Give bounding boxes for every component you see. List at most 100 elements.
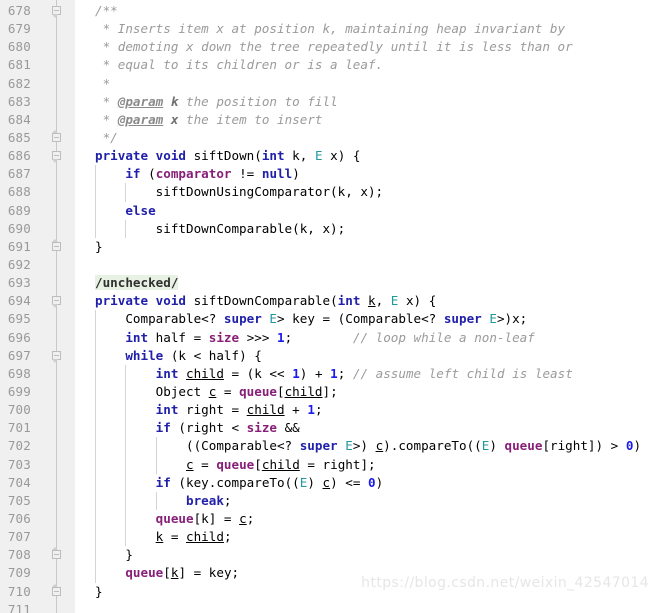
gutter-row: 706	[0, 510, 75, 528]
code-line[interactable]: int half = size >>> 1; // loop while a n…	[75, 328, 655, 347]
code-text: else	[125, 202, 156, 218]
line-number: 701	[7, 420, 31, 436]
code-text: if (key.compareTo((E) c) <= 0)	[155, 474, 384, 490]
code-line[interactable]: queue[k] = c;	[75, 509, 655, 529]
indent-guide	[95, 491, 96, 510]
fold-box-icon	[51, 550, 61, 560]
line-number: 710	[7, 583, 31, 599]
code-text: break;	[186, 492, 232, 508]
code-text: * @param k the position to fill	[95, 93, 338, 109]
indent-guide	[125, 509, 127, 529]
code-text: *	[95, 75, 111, 91]
line-number: 696	[7, 329, 31, 345]
indent-guide	[95, 219, 96, 238]
code-line[interactable]: k = child;	[75, 528, 655, 547]
indent-guide	[95, 564, 96, 583]
code-line[interactable]: * demoting x down the tree repeatedly un…	[75, 38, 655, 56]
indent-guide	[125, 183, 127, 202]
code-line[interactable]: while (k < half) {	[75, 346, 655, 365]
code-text: * demoting x down the tree repeatedly un…	[95, 39, 573, 55]
fold-tip-icon	[52, 583, 59, 587]
code-line[interactable]: if (right < size &&	[75, 419, 655, 438]
code-text: * Inserts item x at position k, maintain…	[95, 21, 566, 37]
code-line[interactable]: }	[75, 238, 655, 256]
gutter-row: 702	[0, 437, 75, 455]
code-line[interactable]: /**	[75, 2, 655, 20]
code-text: * @param x the item to insert	[95, 111, 323, 127]
code-line[interactable]: * equal to its children or is a leaf.	[75, 56, 655, 74]
code-text: queue[k] = c;	[155, 510, 255, 526]
fold-toggle-icon[interactable]	[50, 238, 62, 256]
indent-guide	[95, 509, 96, 529]
indent-guide	[125, 364, 127, 383]
line-number: 707	[7, 529, 31, 545]
line-number: 705	[7, 492, 31, 508]
fold-toggle-icon[interactable]	[50, 292, 62, 310]
code-line[interactable]: Comparable<? super E> key = (Comparable<…	[75, 310, 655, 329]
code-line[interactable]	[75, 256, 655, 274]
code-line[interactable]: int child = (k << 1) + 1; // assume left…	[75, 364, 655, 383]
code-line[interactable]: if (key.compareTo((E) c) <= 0)	[75, 473, 655, 492]
indent-guide	[125, 219, 127, 238]
gutter-row: 688	[0, 183, 75, 201]
code-line[interactable]: private void siftDownComparable(int k, E…	[75, 292, 655, 310]
code-line[interactable]: *	[75, 75, 655, 93]
line-number: 699	[7, 383, 31, 399]
indent-guide	[95, 401, 96, 420]
gutter-row: 693	[0, 274, 75, 292]
line-number: 689	[7, 202, 31, 218]
code-line[interactable]: }	[75, 546, 655, 565]
code-line[interactable]: siftDownComparable(k, x);	[75, 219, 655, 238]
indent-guide	[95, 346, 96, 365]
code-line[interactable]: c = queue[child = right];	[75, 455, 655, 474]
code-line[interactable]: break;	[75, 491, 655, 510]
code-text: }	[95, 238, 103, 254]
gutter-row: 699	[0, 383, 75, 401]
gutter-row: 683	[0, 93, 75, 111]
fold-toggle-icon[interactable]	[50, 129, 62, 147]
line-number: 709	[7, 565, 31, 581]
gutter-row: 701	[0, 419, 75, 437]
code-line[interactable]: if (comparator != null)	[75, 165, 655, 184]
code-content[interactable]: /** * Inserts item x at position k, main…	[75, 0, 655, 613]
fold-toggle-icon[interactable]	[50, 583, 62, 601]
code-lines[interactable]: /** * Inserts item x at position k, main…	[75, 2, 655, 613]
gutter-row: 698	[0, 365, 75, 383]
indent-guide	[95, 364, 96, 383]
code-line[interactable]: */	[75, 129, 655, 147]
line-number: 683	[7, 93, 31, 109]
code-line[interactable]: else	[75, 201, 655, 220]
code-line[interactable]: private void siftDown(int k, E x) {	[75, 147, 655, 165]
code-text: siftDownUsingComparator(k, x);	[95, 184, 384, 200]
code-line[interactable]: Object c = queue[child];	[75, 382, 655, 402]
fold-toggle-icon[interactable]	[50, 147, 62, 165]
gutter-row: 710	[0, 583, 75, 601]
gutter-row: 686	[0, 147, 75, 165]
fold-toggle-icon[interactable]	[50, 546, 62, 564]
code-line[interactable]: ((Comparable<? super E>) c).compareTo((E…	[75, 437, 655, 456]
fold-toggle-icon[interactable]	[50, 347, 62, 365]
code-text: private void siftDown(int k, E x) {	[95, 148, 361, 164]
code-editor[interactable]: 678 679 680 681 682 683 684 685 686 687 688 689 690 6…	[0, 0, 655, 613]
gutter-row: 705	[0, 492, 75, 510]
code-line[interactable]: }	[75, 583, 655, 601]
code-line[interactable]: * @param k the position to fill	[75, 93, 655, 111]
indent-guide	[125, 382, 127, 402]
editor-gutter: 678 679 680 681 682 683 684 685 686 687 688 689 690 6…	[0, 0, 75, 613]
fold-toggle-icon[interactable]	[50, 2, 62, 20]
gutter-row: 703	[0, 456, 75, 474]
code-line[interactable]: int right = child + 1;	[75, 401, 655, 420]
code-line[interactable]	[75, 601, 655, 613]
fold-box-icon	[51, 586, 61, 596]
code-line[interactable]: * Inserts item x at position k, maintain…	[75, 20, 655, 38]
code-line[interactable]: siftDownUsingComparator(k, x);	[75, 183, 655, 202]
line-number: 697	[7, 347, 31, 363]
indent-guide	[95, 419, 96, 438]
line-number: 688	[7, 184, 31, 200]
gutter-row: 694	[0, 292, 75, 310]
code-line[interactable]: * @param x the item to insert	[75, 111, 655, 129]
code-line[interactable]: /unchecked/	[75, 274, 655, 292]
indent-guide	[95, 437, 96, 456]
code-line[interactable]: queue[k] = key;	[75, 564, 655, 583]
gutter-row: 697	[0, 347, 75, 365]
